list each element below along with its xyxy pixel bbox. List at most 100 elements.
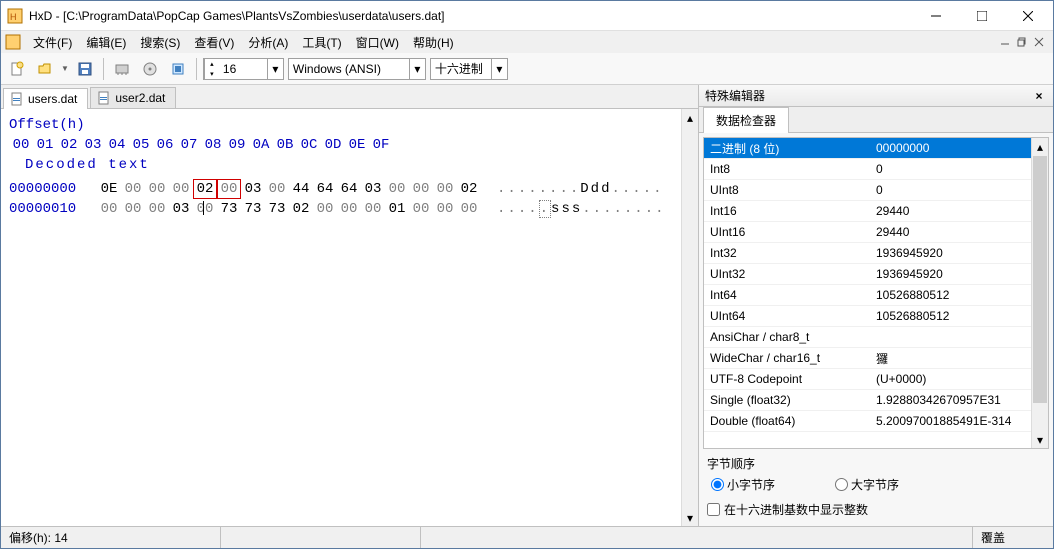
- scroll-up-icon[interactable]: ▴: [1032, 138, 1048, 155]
- menu-help[interactable]: 帮助(H): [407, 32, 460, 53]
- maximize-button[interactable]: [959, 1, 1005, 31]
- opendisk-button[interactable]: [138, 57, 162, 81]
- hex-byte[interactable]: 00: [145, 179, 169, 199]
- inspector-row[interactable]: UTF-8 Codepoint (U+0000): [704, 369, 1031, 390]
- little-endian-radio[interactable]: 小字节序: [711, 476, 775, 493]
- vertical-scrollbar[interactable]: ▴ ▾: [1031, 138, 1048, 448]
- scroll-thumb[interactable]: [1033, 156, 1047, 403]
- hex-byte[interactable]: 00: [145, 199, 169, 219]
- spinner[interactable]: ▴▾: [204, 59, 219, 79]
- tab-data-inspector[interactable]: 数据检查器: [703, 107, 789, 133]
- dropdown-icon[interactable]: ▾: [267, 59, 283, 79]
- hex-byte[interactable]: 00: [337, 199, 361, 219]
- dropdown-icon[interactable]: ▾: [491, 59, 507, 79]
- hex-byte[interactable]: 00: [457, 199, 481, 219]
- inspector-value: 29440: [872, 225, 1031, 239]
- hex-byte[interactable]: 00: [433, 199, 457, 219]
- hex-byte[interactable]: 02: [289, 199, 313, 219]
- hex-byte[interactable]: 0E: [97, 179, 121, 199]
- hex-byte[interactable]: 73: [217, 199, 241, 219]
- menu-edit[interactable]: 编辑(E): [80, 32, 132, 53]
- dropdown-icon[interactable]: ▼: [61, 64, 69, 73]
- hex-byte[interactable]: 44: [289, 179, 313, 199]
- hex-byte[interactable]: 01: [385, 199, 409, 219]
- hex-byte[interactable]: 73: [265, 199, 289, 219]
- inspector-label: Int32: [704, 246, 872, 260]
- menu-view[interactable]: 查看(V): [188, 32, 240, 53]
- new-button[interactable]: [5, 57, 29, 81]
- hex-byte[interactable]: 03: [241, 179, 265, 199]
- hex-byte[interactable]: 00: [121, 199, 145, 219]
- file-tab[interactable]: user2.dat: [90, 87, 176, 108]
- hex-byte[interactable]: 00: [121, 179, 145, 199]
- scroll-up-icon[interactable]: ▴: [682, 109, 698, 126]
- side-close-button[interactable]: ×: [1031, 88, 1047, 104]
- inspector-row[interactable]: Int80: [704, 159, 1031, 180]
- inspector-row[interactable]: Int321936945920: [704, 243, 1031, 264]
- hex-byte[interactable]: 64: [313, 179, 337, 199]
- inspector-value: 10526880512: [872, 288, 1031, 302]
- hex-byte[interactable]: 00: [409, 199, 433, 219]
- inspector-row[interactable]: 二进制 (8 位)00000000: [704, 138, 1031, 159]
- hex-byte[interactable]: 73: [241, 199, 265, 219]
- minimize-button[interactable]: [913, 1, 959, 31]
- hex-byte[interactable]: 02: [193, 179, 217, 199]
- inspector-row[interactable]: Int1629440: [704, 201, 1031, 222]
- openram-button[interactable]: [110, 57, 134, 81]
- mdi-close-button[interactable]: [1031, 34, 1047, 50]
- hex-byte[interactable]: 03: [361, 179, 385, 199]
- vertical-scrollbar[interactable]: ▴ ▾: [681, 109, 698, 526]
- hex-byte[interactable]: 64: [337, 179, 361, 199]
- hex-byte[interactable]: 00: [385, 179, 409, 199]
- inspector-value: 1936945920: [872, 246, 1031, 260]
- file-tab[interactable]: users.dat: [3, 88, 88, 109]
- inspector-row[interactable]: Double (float64)5.20097001885491E-314: [704, 411, 1031, 432]
- close-button[interactable]: [1005, 1, 1051, 31]
- dropdown-icon[interactable]: ▾: [409, 59, 425, 79]
- inspector-row[interactable]: AnsiChar / char8_t: [704, 327, 1031, 348]
- radix-combo[interactable]: ▾: [430, 58, 508, 80]
- bytes-per-row-input[interactable]: [219, 62, 267, 76]
- scroll-down-icon[interactable]: ▾: [682, 509, 698, 526]
- inspector-row[interactable]: UInt6410526880512: [704, 306, 1031, 327]
- hex-byte[interactable]: 00: [361, 199, 385, 219]
- mdi-restore-button[interactable]: [1014, 34, 1030, 50]
- hex-byte[interactable]: 00: [169, 179, 193, 199]
- inspector-row[interactable]: UInt1629440: [704, 222, 1031, 243]
- inspector-row[interactable]: UInt321936945920: [704, 264, 1031, 285]
- save-button[interactable]: [73, 57, 97, 81]
- openprocess-button[interactable]: [166, 57, 190, 81]
- menu-analysis[interactable]: 分析(A): [242, 32, 294, 53]
- inspector-row[interactable]: Int6410526880512: [704, 285, 1031, 306]
- show-int-hex-checkbox[interactable]: 在十六进制基数中显示整数: [703, 497, 1049, 522]
- encoding-combo[interactable]: ▾: [288, 58, 426, 80]
- menu-file[interactable]: 文件(F): [27, 32, 78, 53]
- hex-row[interactable]: 0000001000000003007373730200000001000000…: [9, 199, 673, 219]
- inspector-row[interactable]: Single (float32)1.92880342670957E31: [704, 390, 1031, 411]
- bytes-per-row-combo[interactable]: ▴▾ ▾: [203, 58, 284, 80]
- hex-content[interactable]: Offset(h)000102030405060708090A0B0C0D0E0…: [1, 109, 681, 526]
- hex-row[interactable]: 000000000E000000020003004464640300000002…: [9, 179, 673, 199]
- open-button[interactable]: [33, 57, 57, 81]
- radix-input[interactable]: [431, 62, 491, 76]
- big-endian-radio[interactable]: 大字节序: [835, 476, 899, 493]
- hex-byte[interactable]: 00: [313, 199, 337, 219]
- menu-window[interactable]: 窗口(W): [350, 32, 405, 53]
- hex-byte[interactable]: 00: [409, 179, 433, 199]
- separator: [196, 58, 197, 80]
- hex-byte[interactable]: 03: [169, 199, 193, 219]
- mdi-minimize-button[interactable]: [997, 34, 1013, 50]
- menu-tools[interactable]: 工具(T): [296, 32, 347, 53]
- scroll-down-icon[interactable]: ▾: [1032, 431, 1048, 448]
- inspector-row[interactable]: WideChar / char16_t玀: [704, 348, 1031, 369]
- hex-byte[interactable]: 00: [217, 179, 241, 199]
- menu-search[interactable]: 搜索(S): [134, 32, 186, 53]
- hex-byte[interactable]: 00: [265, 179, 289, 199]
- hex-byte[interactable]: 00: [193, 199, 217, 219]
- inspector-row[interactable]: UInt80: [704, 180, 1031, 201]
- hex-byte[interactable]: 00: [97, 199, 121, 219]
- hex-byte[interactable]: 00: [433, 179, 457, 199]
- encoding-input[interactable]: [289, 62, 409, 76]
- scroll-thumb[interactable]: [682, 126, 698, 509]
- hex-byte[interactable]: 02: [457, 179, 481, 199]
